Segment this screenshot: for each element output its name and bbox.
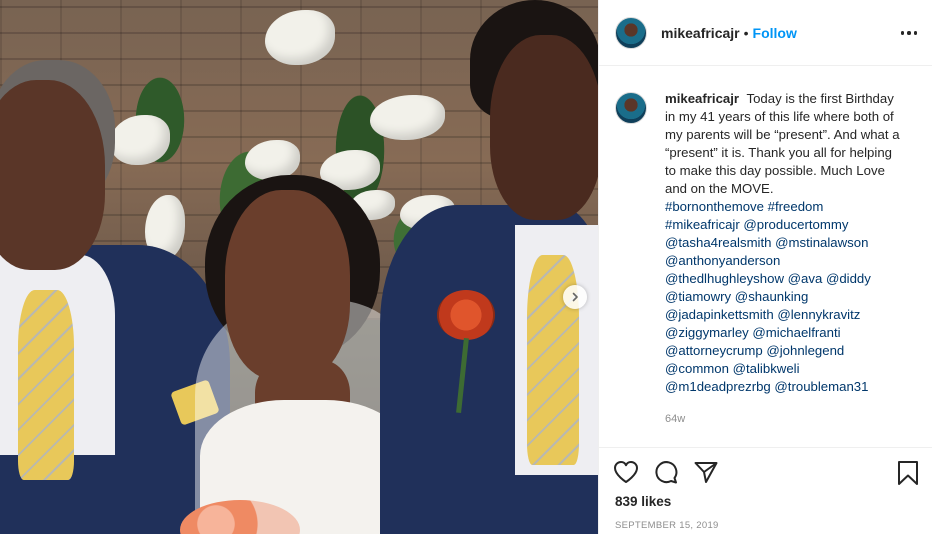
post-date[interactable]: SEPTEMBER 15, 2019 <box>615 520 719 531</box>
face-woman <box>225 190 350 380</box>
author-username[interactable]: mikeafricajr <box>661 25 740 41</box>
action-icons <box>613 460 719 484</box>
comment-icon[interactable] <box>653 460 679 484</box>
hashtag-line[interactable]: #mikeafricajr @producertommy <box>665 216 905 234</box>
more-icon <box>900 31 905 35</box>
follow-button[interactable]: Follow <box>753 25 797 41</box>
mention-line[interactable]: @common @talibkweli <box>665 360 905 378</box>
mention-line[interactable]: @tiamowry @shaunking <box>665 288 905 306</box>
bookmark-icon[interactable] <box>897 460 919 486</box>
actions-bar: 839 likes SEPTEMBER 15, 2019 <box>599 447 932 534</box>
share-icon[interactable] <box>693 460 719 484</box>
mention-line[interactable]: @attorneycrump @johnlegend <box>665 342 905 360</box>
mention-line[interactable]: @thedlhughleyshow @ava @diddy <box>665 270 905 288</box>
face-right <box>490 35 598 220</box>
post-photo[interactable] <box>0 0 598 534</box>
avatar[interactable] <box>615 92 647 124</box>
more-options-button[interactable] <box>899 23 919 43</box>
likes-count[interactable]: 839 likes <box>615 494 671 509</box>
mention-line[interactable]: @tasha4realsmith @mstinalawson <box>665 234 905 252</box>
avatar[interactable] <box>615 16 647 49</box>
hashtag-line[interactable]: #bornonthemove #freedom <box>665 198 905 216</box>
more-icon-dot <box>913 31 918 35</box>
mention-line[interactable]: @m1deadprezrbg @troubleman31 <box>665 378 905 396</box>
post-age[interactable]: 64w <box>665 410 905 428</box>
mention-line[interactable]: @ziggymarley @michaelfranti <box>665 324 905 342</box>
post-side-panel: mikeafricajr • Follow mikeafricajr Today… <box>598 0 932 534</box>
chevron-right-icon <box>572 292 578 302</box>
caption: mikeafricajr Today is the first Birthday… <box>615 90 921 428</box>
next-image-button[interactable] <box>563 285 587 309</box>
mention-line[interactable]: @jadapinkettsmith @lennykravitz <box>665 306 905 324</box>
tie-left <box>18 290 74 480</box>
separator-dot: • <box>743 24 749 41</box>
mention-line[interactable]: @anthonyanderson <box>665 252 905 270</box>
post-header: mikeafricajr • Follow <box>599 0 932 66</box>
boutonniere <box>437 290 495 340</box>
heart-icon[interactable] <box>613 460 639 484</box>
caption-text-block: mikeafricajr Today is the first Birthday… <box>665 90 905 428</box>
face-left <box>0 80 105 270</box>
caption-username[interactable]: mikeafricajr <box>665 91 739 106</box>
caption-text: Today is the first Birthday in my 41 yea… <box>665 91 900 196</box>
more-icon-dot <box>907 31 911 35</box>
